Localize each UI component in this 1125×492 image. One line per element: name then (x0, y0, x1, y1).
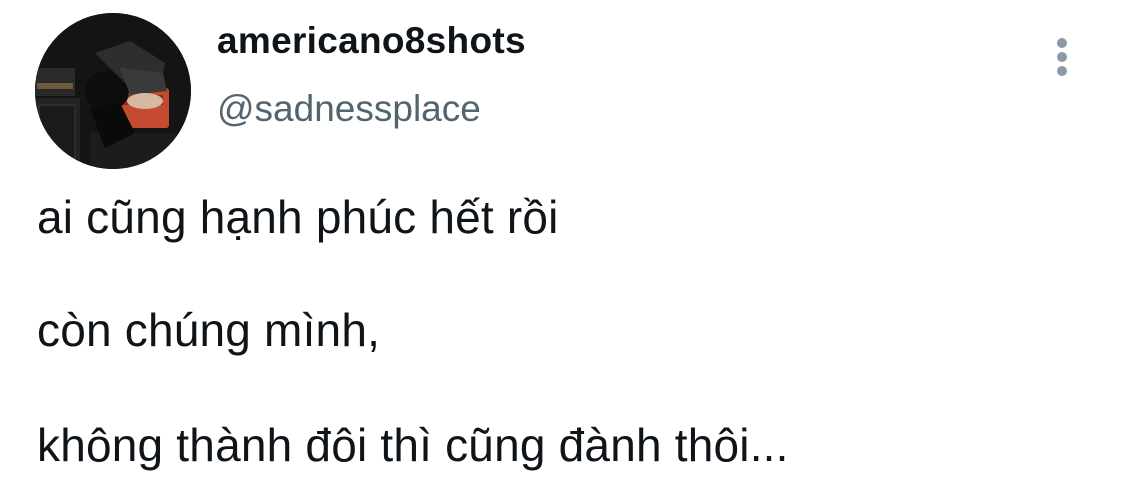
tweet-card: americano8shots @sadnessplace ai cũng hạ… (0, 0, 1125, 492)
avatar[interactable] (35, 13, 191, 169)
more-vertical-icon (1057, 38, 1067, 48)
author-display-name[interactable]: americano8shots (217, 20, 526, 62)
more-options-button[interactable] (1042, 30, 1082, 82)
author-handle[interactable]: @sadnessplace (217, 88, 481, 130)
more-vertical-icon (1057, 52, 1067, 62)
tweet-text-line: còn chúng mình, (37, 304, 381, 356)
tweet-text-line: ai cũng hạnh phúc hết rồi (37, 191, 559, 243)
tweet-text-line: không thành đôi thì cũng đành thôi... (37, 419, 789, 471)
avatar-photo (35, 13, 191, 169)
more-vertical-icon (1057, 66, 1067, 76)
